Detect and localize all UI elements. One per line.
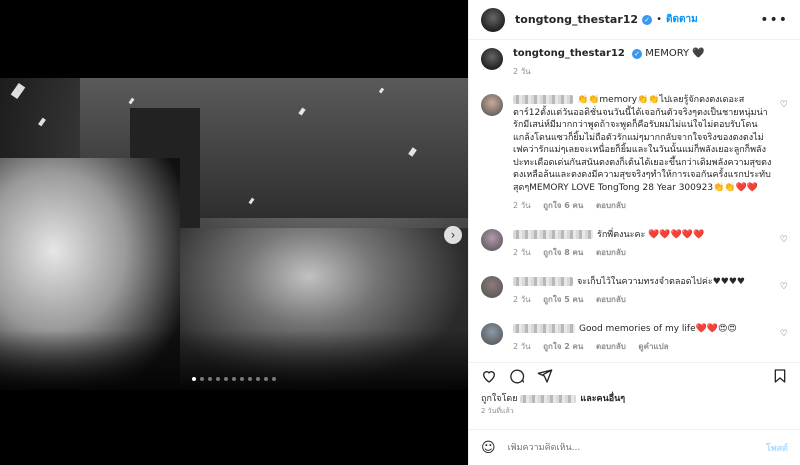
more-options-icon[interactable]: •••: [760, 12, 788, 28]
comment-reply-button[interactable]: ตอบกลับ: [596, 342, 626, 351]
comment-composer: ☺ โพสต์: [469, 429, 800, 465]
caption-time[interactable]: 2 วัน: [513, 67, 531, 76]
carousel-dot[interactable]: [192, 377, 196, 381]
carousel-dot[interactable]: [264, 377, 268, 381]
carousel-dot[interactable]: [256, 377, 260, 381]
comment-like-heart-icon[interactable]: ♡: [780, 329, 788, 339]
comment-like-count[interactable]: ถูกใจ 5 คน: [543, 295, 583, 304]
verified-badge-icon: ✓: [642, 14, 653, 25]
comment-body: Good memories of my life❤️❤️😍😍 2 วัน ถูก…: [513, 323, 778, 354]
carousel-dot[interactable]: [208, 377, 212, 381]
commenter-username-blurred[interactable]: [513, 276, 573, 286]
carousel-dot[interactable]: [224, 377, 228, 381]
like-heart-icon[interactable]: [481, 368, 497, 388]
details-panel: tongtong_thestar12 ✓ • ติดตาม ••• tongto…: [468, 0, 800, 465]
comment-reply-button[interactable]: ตอบกลับ: [596, 248, 626, 257]
carousel-dot[interactable]: [240, 377, 244, 381]
comment-text: Good memories of my life❤️❤️😍😍: [579, 323, 737, 334]
comments-list: 👏👏memory👏👏ไปเลยรู้จักตงตงเดอะสตาร์12ตั้ง…: [481, 94, 788, 354]
comment-body: จะเก็บไว้ในความทรงจำตลอดไปค่ะ♥♥♥♥ 2 วัน …: [513, 276, 778, 307]
commenter-username-blurred[interactable]: [513, 323, 575, 333]
comment-body: 👏👏memory👏👏ไปเลยรู้จักตงตงเดอะสตาร์12ตั้ง…: [513, 94, 778, 213]
follow-button[interactable]: ติดตาม: [666, 12, 698, 27]
comment-like-heart-icon[interactable]: ♡: [780, 282, 788, 292]
confetti: [38, 117, 46, 127]
comment-body: รักพี่ตงนะคะ ❤️❤️❤️❤️❤️ 2 วัน ถูกใจ 8 คน…: [513, 229, 778, 260]
caption-text: MEMORY 🖤: [645, 48, 705, 59]
carousel-dot[interactable]: [200, 377, 204, 381]
comment-meta: 2 วัน ถูกใจ 5 คน ตอบกลับ: [513, 294, 778, 307]
carousel-dot[interactable]: [216, 377, 220, 381]
commenter-username-blurred[interactable]: [513, 229, 593, 239]
comment-time[interactable]: 2 วัน: [513, 248, 531, 257]
commenter-username-blurred[interactable]: [513, 95, 573, 104]
comment-reply-button[interactable]: ตอบกลับ: [596, 201, 626, 210]
next-image-button[interactable]: ›: [444, 226, 462, 244]
comment-input[interactable]: [507, 442, 766, 453]
comment-like-heart-icon[interactable]: ♡: [780, 235, 788, 245]
caption-body: tongtong_thestar12 ✓ MEMORY 🖤 2 วัน: [513, 48, 705, 78]
bookmark-icon[interactable]: [772, 368, 788, 388]
commenter-avatar[interactable]: [481, 94, 503, 116]
comment-like-count[interactable]: ถูกใจ 2 คน: [543, 342, 583, 351]
action-bar: [469, 362, 800, 392]
comment-like-count[interactable]: ถูกใจ 6 คน: [543, 201, 583, 210]
commenter-avatar[interactable]: [481, 228, 503, 251]
separator-dot: •: [656, 14, 662, 25]
confetti: [10, 82, 26, 100]
post-photo[interactable]: [0, 78, 468, 390]
commenter-avatar[interactable]: [481, 322, 503, 345]
comment-item: จะเก็บไว้ในความทรงจำตลอดไปค่ะ♥♥♥♥ 2 วัน …: [481, 275, 788, 307]
emoji-smile-icon[interactable]: ☺: [481, 440, 496, 456]
comment-time[interactable]: 2 วัน: [513, 342, 531, 351]
caption: tongtong_thestar12 ✓ MEMORY 🖤 2 วัน: [481, 48, 788, 78]
likes-others[interactable]: และคนอื่นๆ: [580, 394, 625, 404]
comment-meta: 2 วัน ถูกใจ 2 คน ตอบกลับ ดูคำแปล: [513, 341, 778, 354]
likes-line: ถูกใจโดย และคนอื่นๆ: [469, 392, 800, 406]
comment-time[interactable]: 2 วัน: [513, 295, 531, 304]
comment-text: จะเก็บไว้ในความทรงจำตลอดไปค่ะ♥♥♥♥: [577, 276, 745, 287]
post-comment-button[interactable]: โพสต์: [766, 441, 788, 455]
comment-meta: 2 วัน ถูกใจ 6 คน ตอบกลับ: [513, 200, 778, 213]
comment-item: 👏👏memory👏👏ไปเลยรู้จักตงตงเดอะสตาร์12ตั้ง…: [481, 94, 788, 213]
caption-avatar[interactable]: [481, 48, 503, 70]
verified-badge-icon: ✓: [632, 49, 643, 59]
carousel-dot[interactable]: [232, 377, 236, 381]
comment-meta: 2 วัน ถูกใจ 8 คน ตอบกลับ: [513, 247, 778, 260]
carousel-dots: [0, 377, 468, 381]
photo-stage: [0, 330, 468, 390]
comment-item: รักพี่ตงนะคะ ❤️❤️❤️❤️❤️ 2 วัน ถูกใจ 8 คน…: [481, 228, 788, 260]
caption-meta: 2 วัน: [513, 65, 705, 78]
comment-time[interactable]: 2 วัน: [513, 201, 531, 210]
post-viewer: › tongtong_thestar12 ✓ • ติดตาม ••• tong…: [0, 0, 800, 465]
comment-text: รักพี่ตงนะคะ ❤️❤️❤️❤️❤️: [597, 229, 705, 240]
media-panel: ›: [0, 0, 468, 465]
post-header: tongtong_thestar12 ✓ • ติดตาม •••: [469, 0, 800, 40]
comment-item: Good memories of my life❤️❤️😍😍 2 วัน ถูก…: [481, 322, 788, 354]
comment-reply-button[interactable]: ตอบกลับ: [596, 295, 626, 304]
author-username[interactable]: tongtong_thestar12: [515, 13, 638, 26]
comment-like-heart-icon[interactable]: ♡: [780, 100, 788, 110]
liker-username-blurred[interactable]: [520, 394, 577, 403]
posted-time[interactable]: 2 วันที่แล้ว: [469, 406, 800, 417]
commenter-avatar[interactable]: [481, 275, 503, 298]
comment-like-count[interactable]: ถูกใจ 8 คน: [543, 248, 583, 257]
author-avatar[interactable]: [481, 7, 505, 32]
carousel-dot[interactable]: [248, 377, 252, 381]
comments-scroll[interactable]: tongtong_thestar12 ✓ MEMORY 🖤 2 วัน 👏👏me…: [469, 40, 800, 362]
carousel-dot[interactable]: [272, 377, 276, 381]
share-send-icon[interactable]: [537, 368, 553, 388]
comment-text: 👏👏memory👏👏ไปเลยรู้จักตงตงเดอะสตาร์12ตั้ง…: [513, 95, 772, 193]
likes-prefix: ถูกใจโดย: [481, 394, 518, 404]
comment-translate-button[interactable]: ดูคำแปล: [638, 342, 668, 351]
comment-bubble-icon[interactable]: [509, 368, 525, 388]
caption-username[interactable]: tongtong_thestar12: [513, 48, 625, 59]
